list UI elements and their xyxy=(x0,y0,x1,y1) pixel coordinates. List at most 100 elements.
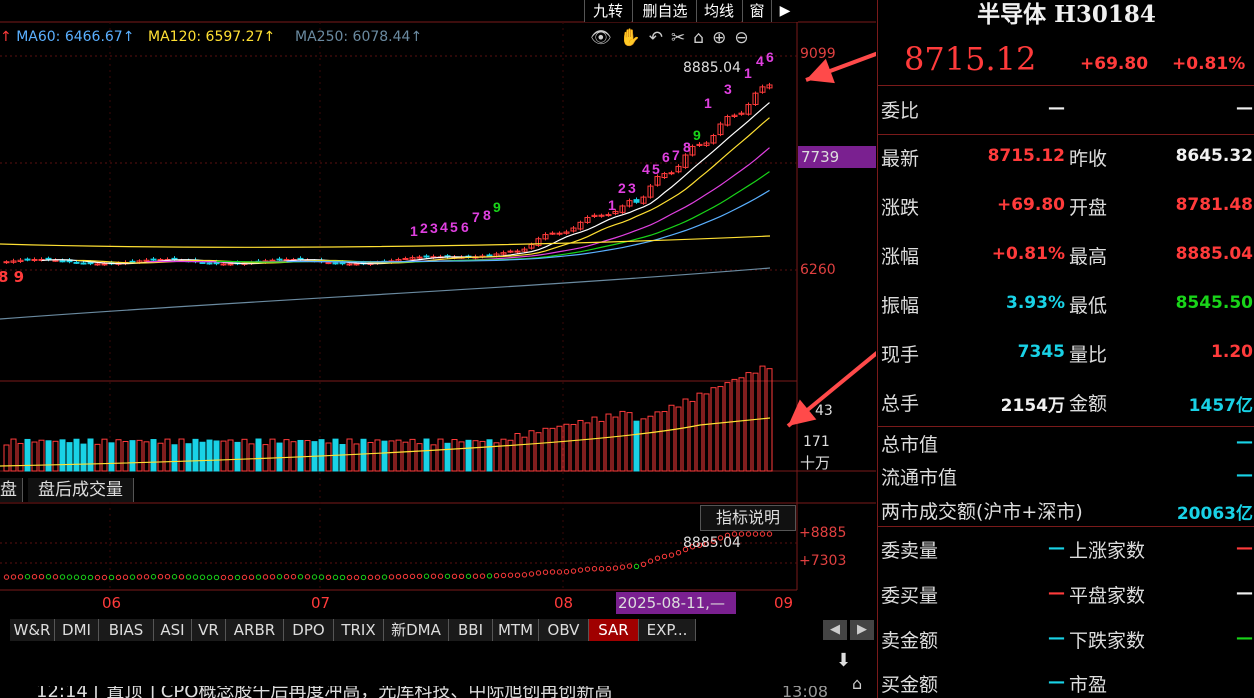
sar-dot xyxy=(416,573,423,579)
sar-dot xyxy=(262,574,269,580)
seq-label: 4 xyxy=(756,53,764,69)
volume-bar xyxy=(80,443,87,472)
candle-body xyxy=(227,263,234,266)
sar-dot xyxy=(325,574,332,580)
kline-chart-area[interactable]: 12345678912345678913146 九转 删自选 均线 窗 ▶ ↑ … xyxy=(0,0,876,698)
seq-label: 9 xyxy=(693,127,701,143)
market-value: — xyxy=(1048,672,1065,692)
volume-bar xyxy=(66,442,73,472)
zoom-out-icon[interactable]: ⊖ xyxy=(734,28,756,48)
candle-body xyxy=(507,250,514,253)
pin-icon[interactable]: ▶ xyxy=(771,0,798,22)
home-icon[interactable]: ⌂ xyxy=(852,674,862,693)
indicator-tab[interactable]: W&R xyxy=(10,619,55,641)
remove-favorite-button[interactable]: 删自选 xyxy=(632,0,697,22)
quote-value: 8645.32 xyxy=(1175,146,1253,166)
volume-bar xyxy=(24,438,31,472)
price-change: +69.80 xyxy=(1080,54,1149,74)
undo-icon[interactable]: ↶ xyxy=(649,28,671,48)
indicator-tab[interactable]: ASI xyxy=(154,619,192,641)
indicator-tab[interactable]: VR xyxy=(192,619,226,641)
news-ticker[interactable]: 12:14 [ 置顶 ] CPO概念股午后再度冲高，光库科技、中际旭创再创新高 xyxy=(36,686,826,698)
volume-bar xyxy=(696,392,703,472)
indicator-tab[interactable]: TRIX xyxy=(334,619,384,641)
indicator-tab[interactable]: MTM xyxy=(493,619,539,641)
sar-dot xyxy=(437,573,444,579)
indicator-tab[interactable]: 新DMA xyxy=(384,619,449,641)
volume-bar xyxy=(521,436,528,472)
volume-bar xyxy=(150,439,157,472)
tab-scroll-left-icon[interactable]: ◀ xyxy=(823,620,847,640)
indicator-tab[interactable]: EXP... xyxy=(639,619,696,641)
stat-label: 总市值 xyxy=(881,434,939,456)
stat-value: 20063亿 xyxy=(1176,504,1253,524)
volume-bar xyxy=(297,439,304,472)
ma20-line xyxy=(146,147,770,263)
volume-bar xyxy=(738,377,745,472)
volume-bar xyxy=(535,432,542,472)
panel-tab-partial[interactable]: 盘 xyxy=(0,478,23,502)
market-label: 市盈 xyxy=(1069,674,1108,696)
volume-bar xyxy=(213,440,220,472)
chart-canvas[interactable]: 1 2 3 4 5 67 8 9 12 34 56 7 891314 6 xyxy=(0,0,876,698)
sar-dot xyxy=(87,574,94,581)
sar-dot xyxy=(185,574,192,580)
volume-bar xyxy=(528,430,535,472)
sar-dot xyxy=(619,564,626,570)
after-hours-volume-tab[interactable]: 盘后成交量 xyxy=(28,478,134,502)
candle-body xyxy=(605,214,612,217)
sar-dot xyxy=(521,572,528,578)
indicator-tab[interactable]: DPO xyxy=(284,619,334,641)
volume-bar xyxy=(199,441,206,472)
volume-bar xyxy=(724,382,731,472)
indicator-tab[interactable]: SAR xyxy=(589,619,639,641)
tab-scroll-right-icon[interactable]: ▶ xyxy=(850,620,874,640)
volume-bar xyxy=(241,438,248,472)
sar-dot xyxy=(640,561,647,567)
sar-dot xyxy=(206,574,213,581)
volume-bar xyxy=(549,427,556,472)
market-value: — xyxy=(1236,628,1253,648)
sar-dot xyxy=(570,568,577,574)
sar-dot xyxy=(276,574,283,580)
volume-axis-unit: 十万 xyxy=(800,454,831,472)
indicator-tab[interactable]: DMI xyxy=(55,619,99,641)
volume-bar xyxy=(668,404,675,472)
candle-body xyxy=(353,263,360,266)
zoom-in-icon[interactable]: ⊕ xyxy=(712,28,734,48)
scissors-icon[interactable]: ✂ xyxy=(671,28,693,48)
news-text[interactable]: 12:14 [ 置顶 ] CPO概念股午后再度冲高，光库科技、中际旭创再创新高 xyxy=(36,686,612,698)
seq-label: 3 xyxy=(628,180,636,196)
volume-bar xyxy=(129,440,136,472)
quote-value: +69.80 xyxy=(996,195,1065,215)
quote-label: 量比 xyxy=(1069,344,1108,366)
sar-dot xyxy=(612,565,619,571)
stat-value: — xyxy=(1236,432,1253,452)
window-button[interactable]: 窗 xyxy=(742,0,771,22)
volume-bar xyxy=(360,438,367,472)
volume-bar xyxy=(234,441,241,472)
indicator-tab[interactable]: BBI xyxy=(449,619,493,641)
indicator-tab[interactable]: ARBR xyxy=(226,619,284,641)
moving-average-button[interactable]: 均线 xyxy=(696,0,741,22)
price-axis-cursor: 7739 xyxy=(798,146,876,168)
market-value: — xyxy=(1048,628,1065,648)
lock-icon[interactable]: ⌂ xyxy=(693,28,712,48)
eye-icon[interactable]: 👁 xyxy=(590,28,620,48)
volume-bar xyxy=(164,438,171,472)
sar-dot xyxy=(479,573,486,579)
candle-body xyxy=(73,261,80,264)
indicator-tab[interactable]: OBV xyxy=(539,619,589,641)
nine-turn-button[interactable]: 九转 xyxy=(584,0,631,22)
indicator-tab[interactable]: BIAS xyxy=(99,619,154,641)
volume-bar xyxy=(192,438,199,472)
seq-label: 1 xyxy=(608,197,616,213)
volume-bar xyxy=(248,443,255,472)
download-icon[interactable]: ⬇ xyxy=(836,650,851,671)
volume-bar xyxy=(514,433,521,472)
sar-dot xyxy=(661,553,668,560)
indicator-explain-button[interactable]: 指标说明 xyxy=(700,505,796,531)
candle-body xyxy=(556,232,563,235)
hand-icon[interactable]: ✋ xyxy=(620,28,649,48)
sar-dot xyxy=(444,573,451,579)
